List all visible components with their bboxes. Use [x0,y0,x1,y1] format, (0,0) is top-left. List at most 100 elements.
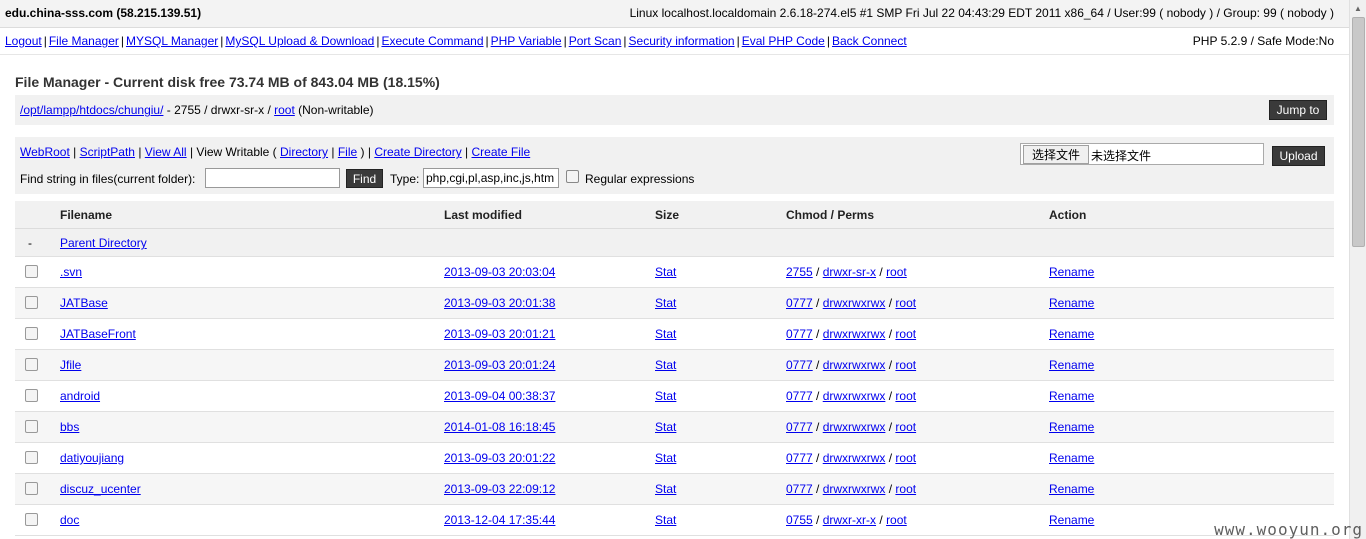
perm-string-link[interactable]: drwxr-sr-x [823,265,876,279]
rename-link[interactable]: Rename [1049,327,1094,341]
view-writable-directory-link[interactable]: Directory [280,145,328,159]
rename-link[interactable]: Rename [1049,358,1094,372]
stat-link[interactable]: Stat [655,389,676,403]
jump-to-button[interactable]: Jump to [1269,100,1327,120]
file-upload-input[interactable]: 选择文件 未选择文件 [1020,143,1264,165]
chmod-link[interactable]: 0777 [786,327,813,341]
rename-link[interactable]: Rename [1049,265,1094,279]
create-directory-link[interactable]: Create Directory [374,145,461,159]
perm-string-link[interactable]: drwxrwxrwx [823,327,886,341]
stat-link[interactable]: Stat [655,513,676,527]
chmod-link[interactable]: 0777 [786,420,813,434]
chmod-link[interactable]: 2755 [786,265,813,279]
owner-link[interactable]: root [895,358,916,372]
row-checkbox[interactable] [25,451,38,464]
scroll-up-arrow-icon[interactable]: ▲ [1354,4,1362,13]
perm-string-link[interactable]: drwxrwxrwx [823,358,886,372]
perm-string-link[interactable]: drwxrwxrwx [823,296,886,310]
row-checkbox[interactable] [25,327,38,340]
file-name-link[interactable]: datiyoujiang [60,451,124,465]
row-checkbox[interactable] [25,513,38,526]
find-button[interactable]: Find [346,169,383,188]
chmod-link[interactable]: 0777 [786,296,813,310]
modified-link[interactable]: 2013-12-04 17:35:44 [444,513,555,527]
row-checkbox[interactable] [25,420,38,433]
owner-link[interactable]: root [895,389,916,403]
scrollbar-thumb[interactable] [1352,17,1365,247]
perm-string-link[interactable]: drwxrwxrwx [823,389,886,403]
file-name-link[interactable]: JATBaseFront [60,327,136,341]
menu-item-port-scan[interactable]: Port Scan [569,34,622,48]
modified-link[interactable]: 2014-01-08 16:18:45 [444,420,555,434]
file-name-link[interactable]: JATBase [60,296,108,310]
modified-link[interactable]: 2013-09-03 20:01:38 [444,296,555,310]
owner-link[interactable]: root [895,327,916,341]
view-all-link[interactable]: View All [145,145,187,159]
view-writable-file-link[interactable]: File [338,145,357,159]
chmod-link[interactable]: 0777 [786,482,813,496]
row-checkbox[interactable] [25,482,38,495]
menu-item-execute-command[interactable]: Execute Command [381,34,483,48]
dir-owner-link[interactable]: root [274,103,295,117]
perm-string-link[interactable]: drwxrwxrwx [823,420,886,434]
owner-link[interactable]: root [886,513,907,527]
rename-link[interactable]: Rename [1049,296,1094,310]
perm-string-link[interactable]: drwxr-xr-x [823,513,876,527]
stat-link[interactable]: Stat [655,358,676,372]
stat-link[interactable]: Stat [655,420,676,434]
create-file-link[interactable]: Create File [472,145,531,159]
stat-link[interactable]: Stat [655,482,676,496]
webroot-link[interactable]: WebRoot [20,145,70,159]
chmod-link[interactable]: 0755 [786,513,813,527]
scriptpath-link[interactable]: ScriptPath [80,145,135,159]
file-name-link[interactable]: Jfile [60,358,81,372]
choose-file-button[interactable]: 选择文件 [1023,145,1089,164]
menu-item-file-manager[interactable]: File Manager [49,34,119,48]
row-checkbox[interactable] [25,265,38,278]
chmod-link[interactable]: 0777 [786,389,813,403]
file-name-link[interactable]: android [60,389,100,403]
rename-link[interactable]: Rename [1049,482,1094,496]
rename-link[interactable]: Rename [1049,513,1094,527]
modified-link[interactable]: 2013-09-03 20:01:22 [444,451,555,465]
owner-link[interactable]: root [895,420,916,434]
stat-link[interactable]: Stat [655,451,676,465]
parent-directory-link[interactable]: Parent Directory [60,236,147,250]
rename-link[interactable]: Rename [1049,420,1094,434]
file-name-link[interactable]: discuz_ucenter [60,482,141,496]
chmod-link[interactable]: 0777 [786,451,813,465]
row-checkbox[interactable] [25,389,38,402]
vertical-scrollbar[interactable]: ▲ [1349,0,1366,539]
stat-link[interactable]: Stat [655,327,676,341]
current-dir-link[interactable]: /opt/lampp/htdocs/chungiu/ [20,103,163,117]
menu-item-eval-php-code[interactable]: Eval PHP Code [742,34,825,48]
owner-link[interactable]: root [886,265,907,279]
owner-link[interactable]: root [895,296,916,310]
upload-button[interactable]: Upload [1272,146,1325,166]
find-input[interactable] [205,168,340,188]
file-name-link[interactable]: bbs [60,420,79,434]
row-checkbox[interactable] [25,296,38,309]
row-checkbox[interactable] [25,358,38,371]
chmod-link[interactable]: 0777 [786,358,813,372]
modified-link[interactable]: 2013-09-03 20:01:24 [444,358,555,372]
modified-link[interactable]: 2013-09-03 22:09:12 [444,482,555,496]
perm-string-link[interactable]: drwxrwxrwx [823,451,886,465]
stat-link[interactable]: Stat [655,296,676,310]
owner-link[interactable]: root [895,451,916,465]
rename-link[interactable]: Rename [1049,389,1094,403]
perm-string-link[interactable]: drwxrwxrwx [823,482,886,496]
menu-item-logout[interactable]: Logout [5,34,42,48]
menu-item-back-connect[interactable]: Back Connect [832,34,907,48]
file-name-link[interactable]: doc [60,513,79,527]
rename-link[interactable]: Rename [1049,451,1094,465]
menu-item-php-variable[interactable]: PHP Variable [491,34,562,48]
menu-item-mysql-upload-download[interactable]: MySQL Upload & Download [225,34,374,48]
stat-link[interactable]: Stat [655,265,676,279]
modified-link[interactable]: 2013-09-04 00:38:37 [444,389,555,403]
menu-item-mysql-manager[interactable]: MYSQL Manager [126,34,218,48]
regex-checkbox[interactable] [566,170,579,183]
modified-link[interactable]: 2013-09-03 20:03:04 [444,265,555,279]
type-input[interactable] [423,168,559,188]
file-name-link[interactable]: .svn [60,265,82,279]
